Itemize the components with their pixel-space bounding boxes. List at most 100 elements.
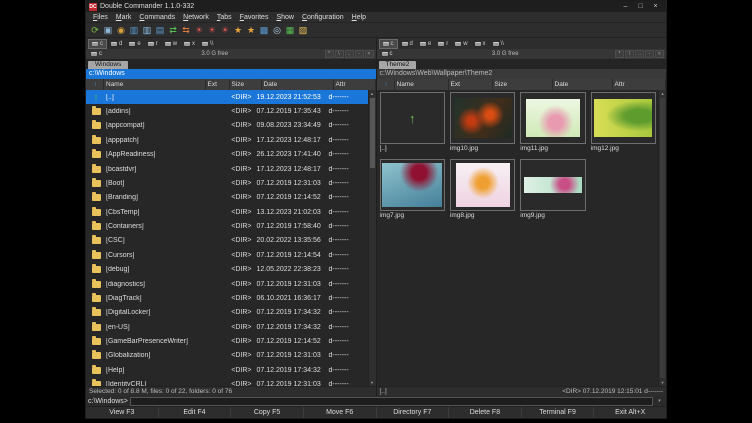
right-panel-button-2[interactable]: .. (635, 50, 644, 58)
left-panel-button-1[interactable]: \ (335, 50, 344, 58)
file-row[interactable]: [AppReadiness]<DIR>26.12.2023 17:41:40d-… (86, 148, 369, 162)
file-row[interactable]: [GameBarPresenceWriter]<DIR>07.12.2019 1… (86, 334, 369, 348)
file-row[interactable]: [IdentityCRL]<DIR>07.12.2019 12:31:03d--… (86, 378, 369, 387)
split-vertical-active-icon[interactable]: ▥ (141, 24, 153, 36)
thumbnail-img8jpg[interactable] (450, 159, 515, 211)
left-drive-r-button[interactable]: r (145, 39, 161, 49)
file-row[interactable]: [en-US]<DIR>07.12.2019 17:34:32d------- (86, 320, 369, 334)
sync-dirs-icon[interactable]: ▦ (284, 24, 296, 36)
thumbnail-img7jpg[interactable] (380, 159, 445, 211)
left-scrollbar[interactable]: ▲ ▼ (368, 90, 376, 386)
file-row[interactable]: [DiagTrack]<DIR>06.10.2021 16:36:17d----… (86, 291, 369, 305)
right-drive-e-button[interactable]: e (417, 39, 434, 49)
thumbnail-up[interactable]: ↑ (380, 92, 445, 144)
file-row[interactable]: [CSC]<DIR>20.02.2022 13:35:56d------- (86, 234, 369, 248)
file-row[interactable]: [apppatch]<DIR>17.12.2023 12:48:17d-----… (86, 133, 369, 147)
right-drive-network-button[interactable]: \\ (490, 39, 507, 49)
function-key-alt+x[interactable]: Exit Alt+X (593, 407, 666, 418)
file-row[interactable]: [Containers]<DIR>07.12.2019 17:58:40d---… (86, 219, 369, 233)
right-drive-select[interactable]: c (379, 51, 396, 57)
function-key-f6[interactable]: Move F6 (303, 407, 376, 418)
file-row[interactable]: [Help]<DIR>07.12.2019 17:34:32d------- (86, 363, 369, 377)
thumbnail-img11jpg[interactable] (520, 92, 585, 144)
right-path-bar[interactable]: c:\Windows\Web\Wallpaper\Theme2 (377, 69, 667, 79)
column-header-attr[interactable]: Attr (613, 79, 667, 90)
menu-show[interactable]: Show (272, 14, 298, 21)
left-drive-e-button[interactable]: e (126, 39, 143, 49)
left-panel-button-2[interactable]: .. (345, 50, 354, 58)
scroll-up-icon[interactable]: ▲ (369, 90, 376, 97)
file-row[interactable]: [Globalization]<DIR>07.12.2019 12:31:03d… (86, 349, 369, 363)
right-drive-w-button[interactable]: w (452, 39, 470, 49)
right-panel-button-4[interactable]: < (655, 50, 664, 58)
scroll-down-icon[interactable]: ▼ (369, 379, 376, 386)
menu-commands[interactable]: Commands (135, 14, 179, 21)
file-row[interactable]: [DigitalLocker]<DIR>07.12.2019 17:34:32d… (86, 306, 369, 320)
file-row[interactable]: [appcompat]<DIR>09.08.2023 23:34:49d----… (86, 119, 369, 133)
swap-panels-icon[interactable]: ⇆ (180, 24, 192, 36)
function-key-f4[interactable]: Edit F4 (158, 407, 231, 418)
scroll-thumb[interactable] (660, 98, 665, 378)
right-panel-button-1[interactable]: \ (625, 50, 634, 58)
file-row[interactable]: ↑[..]<DIR>19.12.2023 21:52:53d------- (86, 90, 369, 104)
title-bar[interactable]: DC Double Commander 1.1.0-332 – □ × (86, 1, 666, 12)
function-key-f9[interactable]: Terminal F9 (521, 407, 594, 418)
function-key-f3[interactable]: View F3 (86, 407, 158, 418)
file-row[interactable]: [Boot]<DIR>07.12.2019 12:31:03d------- (86, 176, 369, 190)
left-drive-select[interactable]: c (88, 51, 105, 57)
right-drive-c-button[interactable]: c (379, 39, 398, 49)
column-header-size[interactable]: Size (493, 79, 553, 90)
left-path-bar[interactable]: c:\Windows (86, 69, 376, 79)
open-folder-icon[interactable]: ▨ (297, 24, 309, 36)
file-row[interactable]: [bcastdvr]<DIR>17.12.2023 12:48:17d-----… (86, 162, 369, 176)
thumbnail-img10jpg[interactable] (450, 92, 515, 144)
command-input[interactable] (130, 397, 653, 406)
tab-windows[interactable]: Windows (88, 61, 128, 69)
right-drive-r-button[interactable]: r (435, 39, 451, 49)
thumbnail-img12jpg[interactable] (591, 92, 656, 144)
menu-configuration[interactable]: Configuration (298, 14, 348, 21)
maximize-button[interactable]: □ (633, 1, 648, 12)
scroll-down-icon[interactable]: ▼ (659, 379, 666, 386)
column-header-ext[interactable]: Ext (449, 79, 493, 90)
scroll-up-icon[interactable]: ▲ (659, 90, 666, 97)
left-drive-w-button[interactable]: w (162, 39, 180, 49)
options-icon[interactable]: ▣ (102, 24, 114, 36)
run-terminal-icon[interactable]: ☀ (206, 24, 218, 36)
column-header-size[interactable]: Size (230, 79, 262, 90)
function-key-f7[interactable]: Directory F7 (376, 407, 449, 418)
close-button[interactable]: × (648, 1, 663, 12)
run-command-icon[interactable]: ☀ (193, 24, 205, 36)
menu-help[interactable]: Help (348, 14, 370, 21)
compare-directories-icon[interactable]: ⇄ (167, 24, 179, 36)
right-drive-x-button[interactable]: x (472, 39, 489, 49)
column-header-name[interactable]: Name (104, 79, 206, 90)
command-history-dropdown-icon[interactable]: ▾ (655, 398, 664, 404)
column-header-attr[interactable]: Attr (334, 79, 376, 90)
column-header-ext[interactable]: Ext (206, 79, 230, 90)
menu-files[interactable]: Files (89, 14, 112, 21)
left-panel-button-0[interactable]: * (325, 50, 334, 58)
column-header-date[interactable]: Date (262, 79, 334, 90)
copy-names-icon[interactable]: ▩ (258, 24, 270, 36)
file-row[interactable]: [addins]<DIR>07.12.2019 17:35:43d------- (86, 104, 369, 118)
right-panel-button-0[interactable]: * (615, 50, 624, 58)
thumbnail-img9jpg[interactable] (520, 159, 585, 211)
column-header-date[interactable]: Date (553, 79, 613, 90)
left-panel-button-4[interactable]: < (365, 50, 374, 58)
refresh-icon[interactable]: ⟳ (89, 24, 101, 36)
minimize-button[interactable]: – (618, 1, 633, 12)
file-row[interactable]: [debug]<DIR>12.05.2022 22:38:23d------- (86, 263, 369, 277)
file-row[interactable]: [CbsTemp]<DIR>13.12.2023 21:02:03d------… (86, 205, 369, 219)
menu-mark[interactable]: Mark (112, 14, 136, 21)
sort-indicator-icon[interactable]: ↑ (377, 79, 395, 90)
file-row[interactable]: [diagnostics]<DIR>07.12.2019 12:31:03d--… (86, 277, 369, 291)
left-drive-network-button[interactable]: \\ (199, 39, 216, 49)
scroll-thumb[interactable] (370, 98, 375, 168)
left-drive-c-button[interactable]: c (88, 39, 107, 49)
right-drive-d-button[interactable]: d (399, 39, 416, 49)
function-key-f5[interactable]: Copy F5 (230, 407, 303, 418)
split-vertical-icon[interactable]: ▥ (128, 24, 140, 36)
split-horizontal-icon[interactable]: ▤ (154, 24, 166, 36)
menu-tabs[interactable]: Tabs (213, 14, 236, 21)
